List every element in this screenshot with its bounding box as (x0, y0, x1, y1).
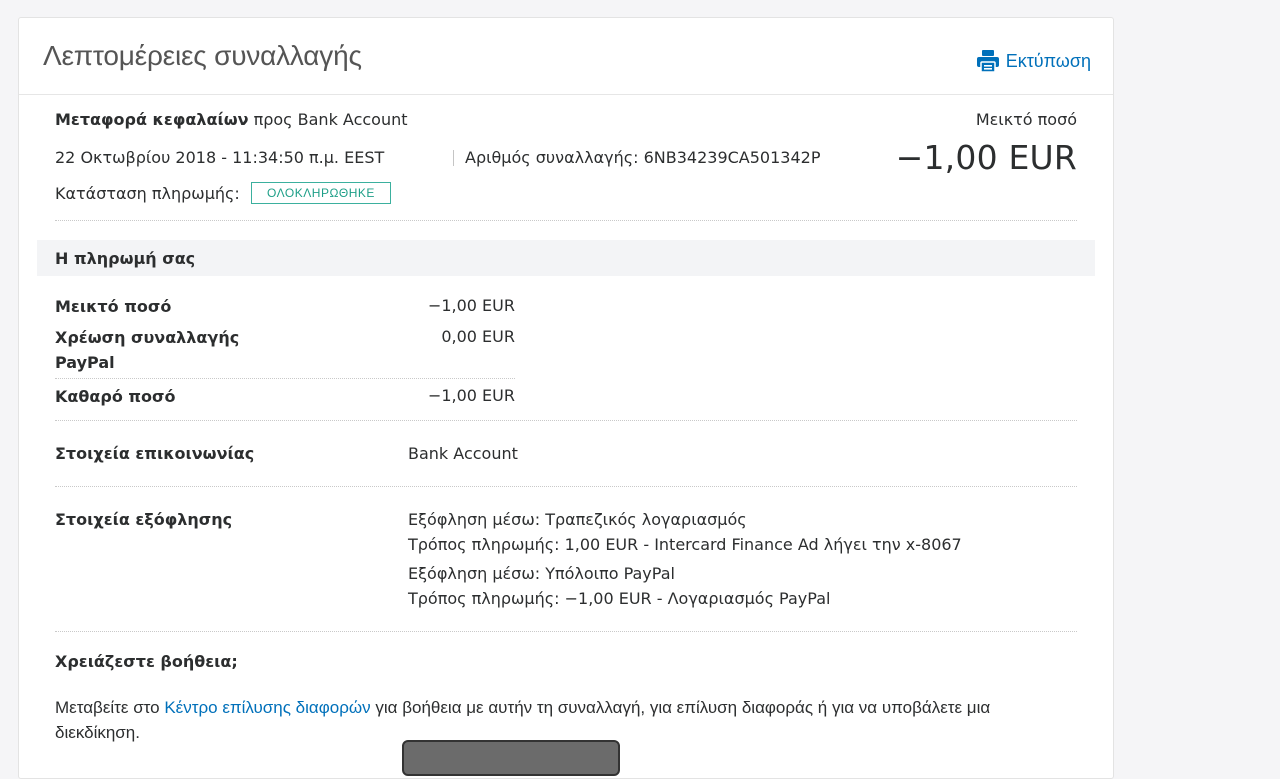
payment-section-title: Η πληρωμή σας (55, 249, 196, 268)
transfer-type: Μεταφορά κεφαλαίων (55, 110, 249, 129)
funding-line: Τρόπος πληρωμής: −1,00 EUR - Λογαριασμός… (408, 589, 831, 608)
gross-amount-label: Μεικτό ποσό (975, 110, 1077, 129)
status-badge: ΟΛΟΚΛΗΡΩΘΗΚΕ (251, 182, 391, 204)
page-title: Λεπτομέρειες συναλλαγής (43, 40, 362, 71)
status-label: Κατάσταση πληρωμής: (55, 184, 240, 203)
help-title: Χρειάζεστε βοήθεια; (55, 652, 238, 671)
gross-label: Μεικτό ποσό (55, 297, 172, 316)
printer-icon (976, 49, 1000, 73)
print-label: Εκτύπωση (1005, 50, 1091, 71)
fee-label-line2: PayPal (55, 353, 115, 372)
transaction-summary: Μεταφορά κεφαλαίων προς Bank Account 22 … (55, 110, 1077, 222)
funding-line: Εξόφληση μέσω: Τραπεζικός λογαριασμός (408, 510, 747, 529)
resolution-center-link[interactable]: Κέντρο επίλυσης διαφορών (164, 698, 370, 717)
transfer-recipient: προς Bank Account (248, 110, 408, 129)
action-button[interactable] (402, 740, 620, 776)
transaction-details-card: Λεπτομέρειες συναλλαγής Εκτύπωση Μεταφορ… (18, 17, 1114, 779)
net-label: Καθαρό ποσό (55, 387, 176, 406)
help-text: Μεταβείτε στο Κέντρο επίλυσης διαφορών γ… (55, 695, 1065, 745)
fee-label-line1: Χρέωση συναλλαγής (55, 328, 240, 347)
transaction-date: 22 Οκτωβρίου 2018 - 11:34:50 π.μ. EEST (55, 148, 385, 167)
fee-value: 0,00 EUR (441, 327, 515, 346)
gross-amount: −1,00 EUR (895, 138, 1077, 177)
divider (55, 378, 515, 379)
payment-section-header: Η πληρωμή σας (37, 240, 1095, 276)
funding-line: Εξόφληση μέσω: Υπόλοιπο PayPal (408, 564, 675, 583)
help-text-before: Μεταβείτε στο (55, 698, 165, 717)
funding-label: Στοιχεία εξόφλησης (55, 510, 233, 529)
contact-label: Στοιχεία επικοινωνίας (55, 444, 255, 463)
print-button[interactable]: Εκτύπωση (976, 49, 1091, 73)
funding-line: Τρόπος πληρωμής: 1,00 EUR - Intercard Fi… (408, 535, 962, 554)
card-header: Λεπτομέρειες συναλλαγής Εκτύπωση (19, 18, 1113, 95)
contact-value: Bank Account (408, 444, 518, 463)
transfer-description: Μεταφορά κεφαλαίων προς Bank Account (55, 110, 408, 129)
divider (453, 150, 454, 166)
transaction-id: Αριθμός συναλλαγής: 6NB34239CA501342P (465, 148, 821, 167)
divider (55, 631, 1077, 632)
divider (55, 486, 1077, 487)
divider (55, 220, 1077, 221)
net-value: −1,00 EUR (427, 386, 515, 405)
gross-value: −1,00 EUR (427, 296, 515, 315)
divider (55, 420, 1077, 421)
